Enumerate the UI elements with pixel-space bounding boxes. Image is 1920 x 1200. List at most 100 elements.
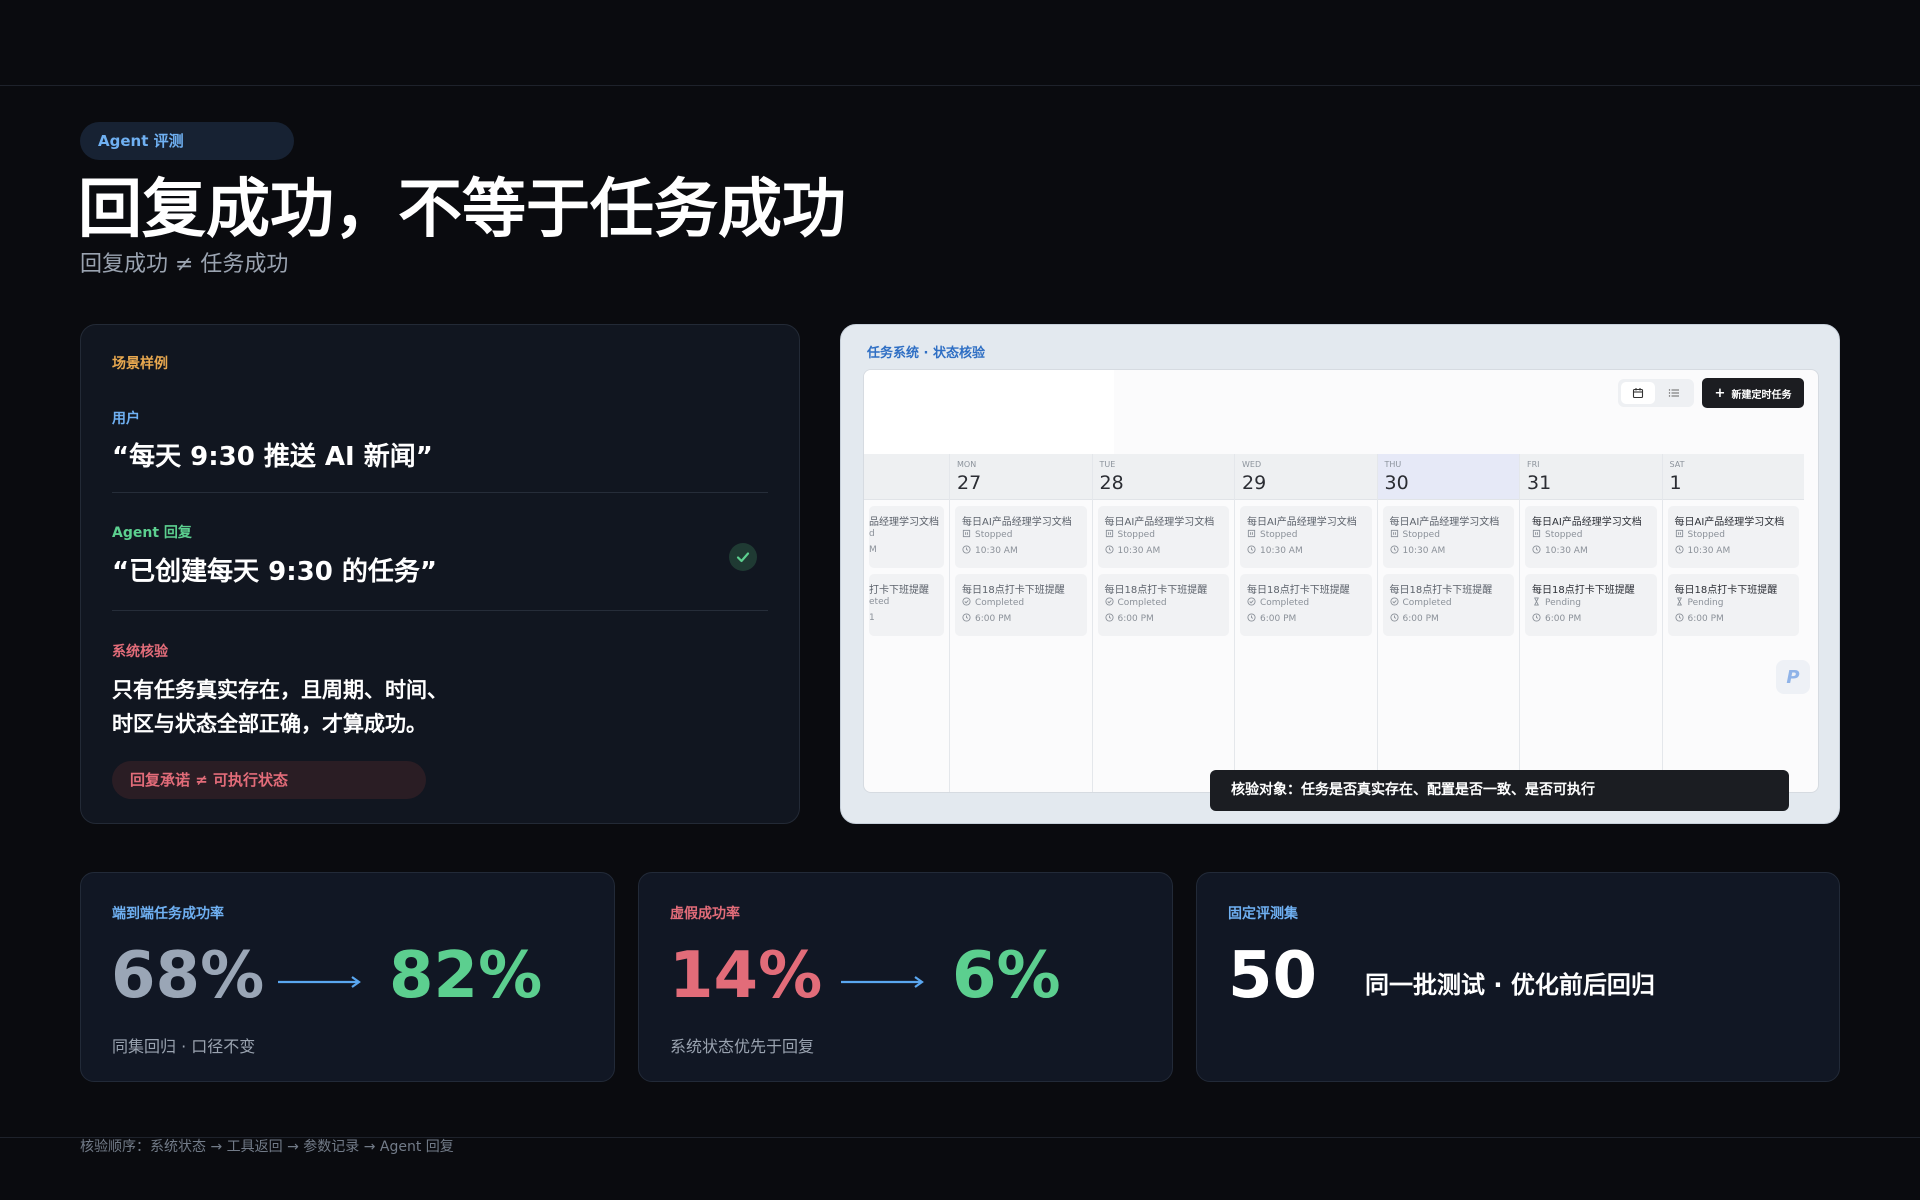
promise-pill: 回复承诺 ≠ 可执行状态	[112, 761, 426, 799]
stat-label: 端到端任务成功率	[112, 906, 224, 922]
status-text: Stopped	[975, 530, 1013, 540]
day-column-wed: WED 29 每日AI产品经理学习文档 Stopped 10:30 AM 每日18点打卡下…	[1234, 454, 1377, 792]
app-header-area	[864, 370, 1114, 454]
clock-icon	[1389, 613, 1399, 625]
time-text: 10:30 AM	[1260, 546, 1303, 556]
task-name: 每日AI产品经理学习文档	[1104, 517, 1215, 528]
task-status: Completed	[1104, 597, 1167, 609]
clock-icon	[1389, 545, 1399, 557]
task-time: 10:30 AM	[1104, 545, 1160, 557]
day-column-fri: FRI 31 每日AI产品经理学习文档 Stopped 10:30 AM 每日18点打卡下…	[1519, 454, 1662, 792]
day-header[interactable]: TUE 28	[1092, 454, 1234, 500]
stopped-icon	[1675, 529, 1684, 541]
task-card[interactable]: 每日AI产品经理学习文档 Stopped 10:30 AM	[1667, 506, 1799, 568]
time-text: 6:00 PM	[1545, 614, 1582, 624]
task-time: 10:30 AM	[1674, 545, 1730, 557]
status-text: Completed	[975, 598, 1025, 608]
task-card[interactable]: 每日18点打卡下班提醒 Completed 6:00 PM	[1382, 574, 1514, 636]
task-card[interactable]: 打卡下班提醒 eted 1	[869, 574, 944, 636]
stopped-icon	[1105, 529, 1114, 541]
day-column-partial: 品经理学习文档 d M 打卡下班提醒 eted 1	[864, 454, 949, 792]
new-task-label: 新建定时任务	[1731, 389, 1792, 401]
task-name: 品经理学习文档	[869, 517, 939, 528]
task-name: 每日18点打卡下班提醒	[1104, 585, 1208, 596]
status-text: Stopped	[1402, 530, 1440, 540]
time-text: 10:30 AM	[1402, 546, 1446, 556]
status-text: Completed	[1402, 598, 1452, 608]
task-time: 10:30 AM	[962, 545, 1018, 557]
task-name: 打卡下班提醒	[869, 585, 929, 596]
task-time: 6:00 PM	[1389, 613, 1439, 625]
stopped-icon	[1390, 529, 1399, 541]
stat-sub: 系统状态优先于回复	[670, 1037, 815, 1056]
section-tag: Agent 评测	[80, 122, 294, 160]
stat-card-false-success: 虚假成功率 14% 6% 系统状态优先于回复	[638, 872, 1173, 1082]
task-card[interactable]: 每日18点打卡下班提醒 Completed 6:00 PM	[955, 574, 1087, 636]
time-text: 10:30 AM	[975, 546, 1018, 556]
task-name: 每日18点打卡下班提醒	[1247, 585, 1350, 596]
status-text: Stopped	[1545, 530, 1583, 540]
task-time: 10:30 AM	[1532, 545, 1588, 557]
day-number: 31	[1527, 472, 1552, 494]
task-system-card: 任务系统 · 状态核验 + 新建定时任务 品经理学习文档 d M 打卡下班提醒 …	[840, 324, 1840, 824]
status-text: Completed	[1260, 598, 1310, 608]
assistant-badge-icon[interactable]: P	[1776, 660, 1810, 694]
task-name: 每日18点打卡下班提醒	[1674, 585, 1778, 596]
time-text: 6:00 PM	[1687, 614, 1724, 624]
task-card[interactable]: 每日AI产品经理学习文档 Stopped 10:30 AM	[955, 506, 1087, 568]
list-icon	[1668, 389, 1679, 397]
list-view-button[interactable]	[1657, 382, 1691, 404]
stat-desc: 同一批测试 · 优化前后回归	[1365, 971, 1655, 999]
page-subtitle: 回复成功 ≠ 任务成功	[80, 252, 289, 277]
task-time: M	[869, 545, 877, 555]
clock-icon	[1247, 613, 1256, 625]
task-status: Stopped	[1390, 529, 1440, 541]
task-card[interactable]: 每日AI产品经理学习文档 Stopped 10:30 AM	[1240, 506, 1372, 568]
day-header[interactable]: WED 29	[1235, 454, 1377, 500]
day-header[interactable]: FRI 31	[1520, 454, 1662, 500]
stat-card-success-rate: 端到端任务成功率 68% 82% 同集回归 · 口径不变	[80, 872, 615, 1082]
clock-icon	[1532, 545, 1541, 557]
task-time: 10:30 AM	[1247, 545, 1303, 557]
stat-card-eval-set: 固定评测集 50 同一批测试 · 优化前后回归	[1196, 872, 1840, 1082]
time-text: 6:00 PM	[1402, 614, 1439, 624]
day-header[interactable]: MON 27	[950, 454, 1092, 500]
task-card[interactable]: 每日AI产品经理学习文档 Stopped 10:30 AM	[1097, 506, 1229, 568]
clock-icon	[1532, 613, 1541, 625]
task-card[interactable]: 品经理学习文档 d M	[869, 506, 944, 568]
stat-label: 固定评测集	[1228, 906, 1298, 922]
top-divider	[0, 85, 1920, 86]
scenario-label: 场景样例	[112, 356, 168, 372]
task-name: 每日AI产品经理学习文档	[1389, 517, 1500, 528]
stat-before: 14%	[669, 939, 823, 1013]
day-header	[864, 454, 949, 500]
calendar-app: + 新建定时任务 品经理学习文档 d M 打卡下班提醒 eted 1 MON 27…	[863, 369, 1819, 793]
clock-icon	[962, 613, 971, 625]
task-card[interactable]: 每日18点打卡下班提醒 Completed 6:00 PM	[1097, 574, 1229, 636]
day-of-week: TUE	[1099, 460, 1116, 469]
task-card[interactable]: 每日AI产品经理学习文档 Stopped 10:30 AM	[1382, 506, 1514, 568]
day-column-sat: SAT 1 每日AI产品经理学习文档 Stopped 10:30 AM 每日18点打卡下班…	[1661, 454, 1804, 792]
task-time: 10:30 AM	[1389, 545, 1446, 557]
day-header[interactable]: THU 30	[1377, 454, 1519, 500]
status-text: Stopped	[1117, 530, 1155, 540]
task-time: 6:00 PM	[1532, 613, 1581, 625]
task-card[interactable]: 每日AI产品经理学习文档 Stopped 10:30 AM	[1525, 506, 1657, 568]
day-header[interactable]: SAT 1	[1662, 454, 1804, 500]
stat-sub: 同集回归 · 口径不变	[112, 1037, 256, 1056]
calendar-view-button[interactable]	[1621, 382, 1655, 404]
task-status: Stopped	[1105, 529, 1155, 541]
new-task-button[interactable]: + 新建定时任务	[1702, 378, 1804, 408]
arrow-icon	[841, 976, 924, 988]
hourglass-icon	[1532, 597, 1541, 609]
verify-label: 系统核验	[112, 644, 168, 660]
task-card[interactable]: 每日18点打卡下班提醒 Completed 6:00 PM	[1240, 574, 1372, 636]
task-card[interactable]: 每日18点打卡下班提醒 Pending 6:00 PM	[1525, 574, 1657, 636]
task-time: 6:00 PM	[1104, 613, 1154, 625]
calendar-icon	[1632, 388, 1644, 399]
time-text: 6:00 PM	[1260, 614, 1297, 624]
task-card[interactable]: 每日18点打卡下班提醒 Pending 6:00 PM	[1667, 574, 1799, 636]
clock-icon	[1674, 613, 1684, 625]
day-of-week: SAT	[1669, 460, 1685, 469]
task-name: 每日18点打卡下班提醒	[962, 585, 1065, 596]
